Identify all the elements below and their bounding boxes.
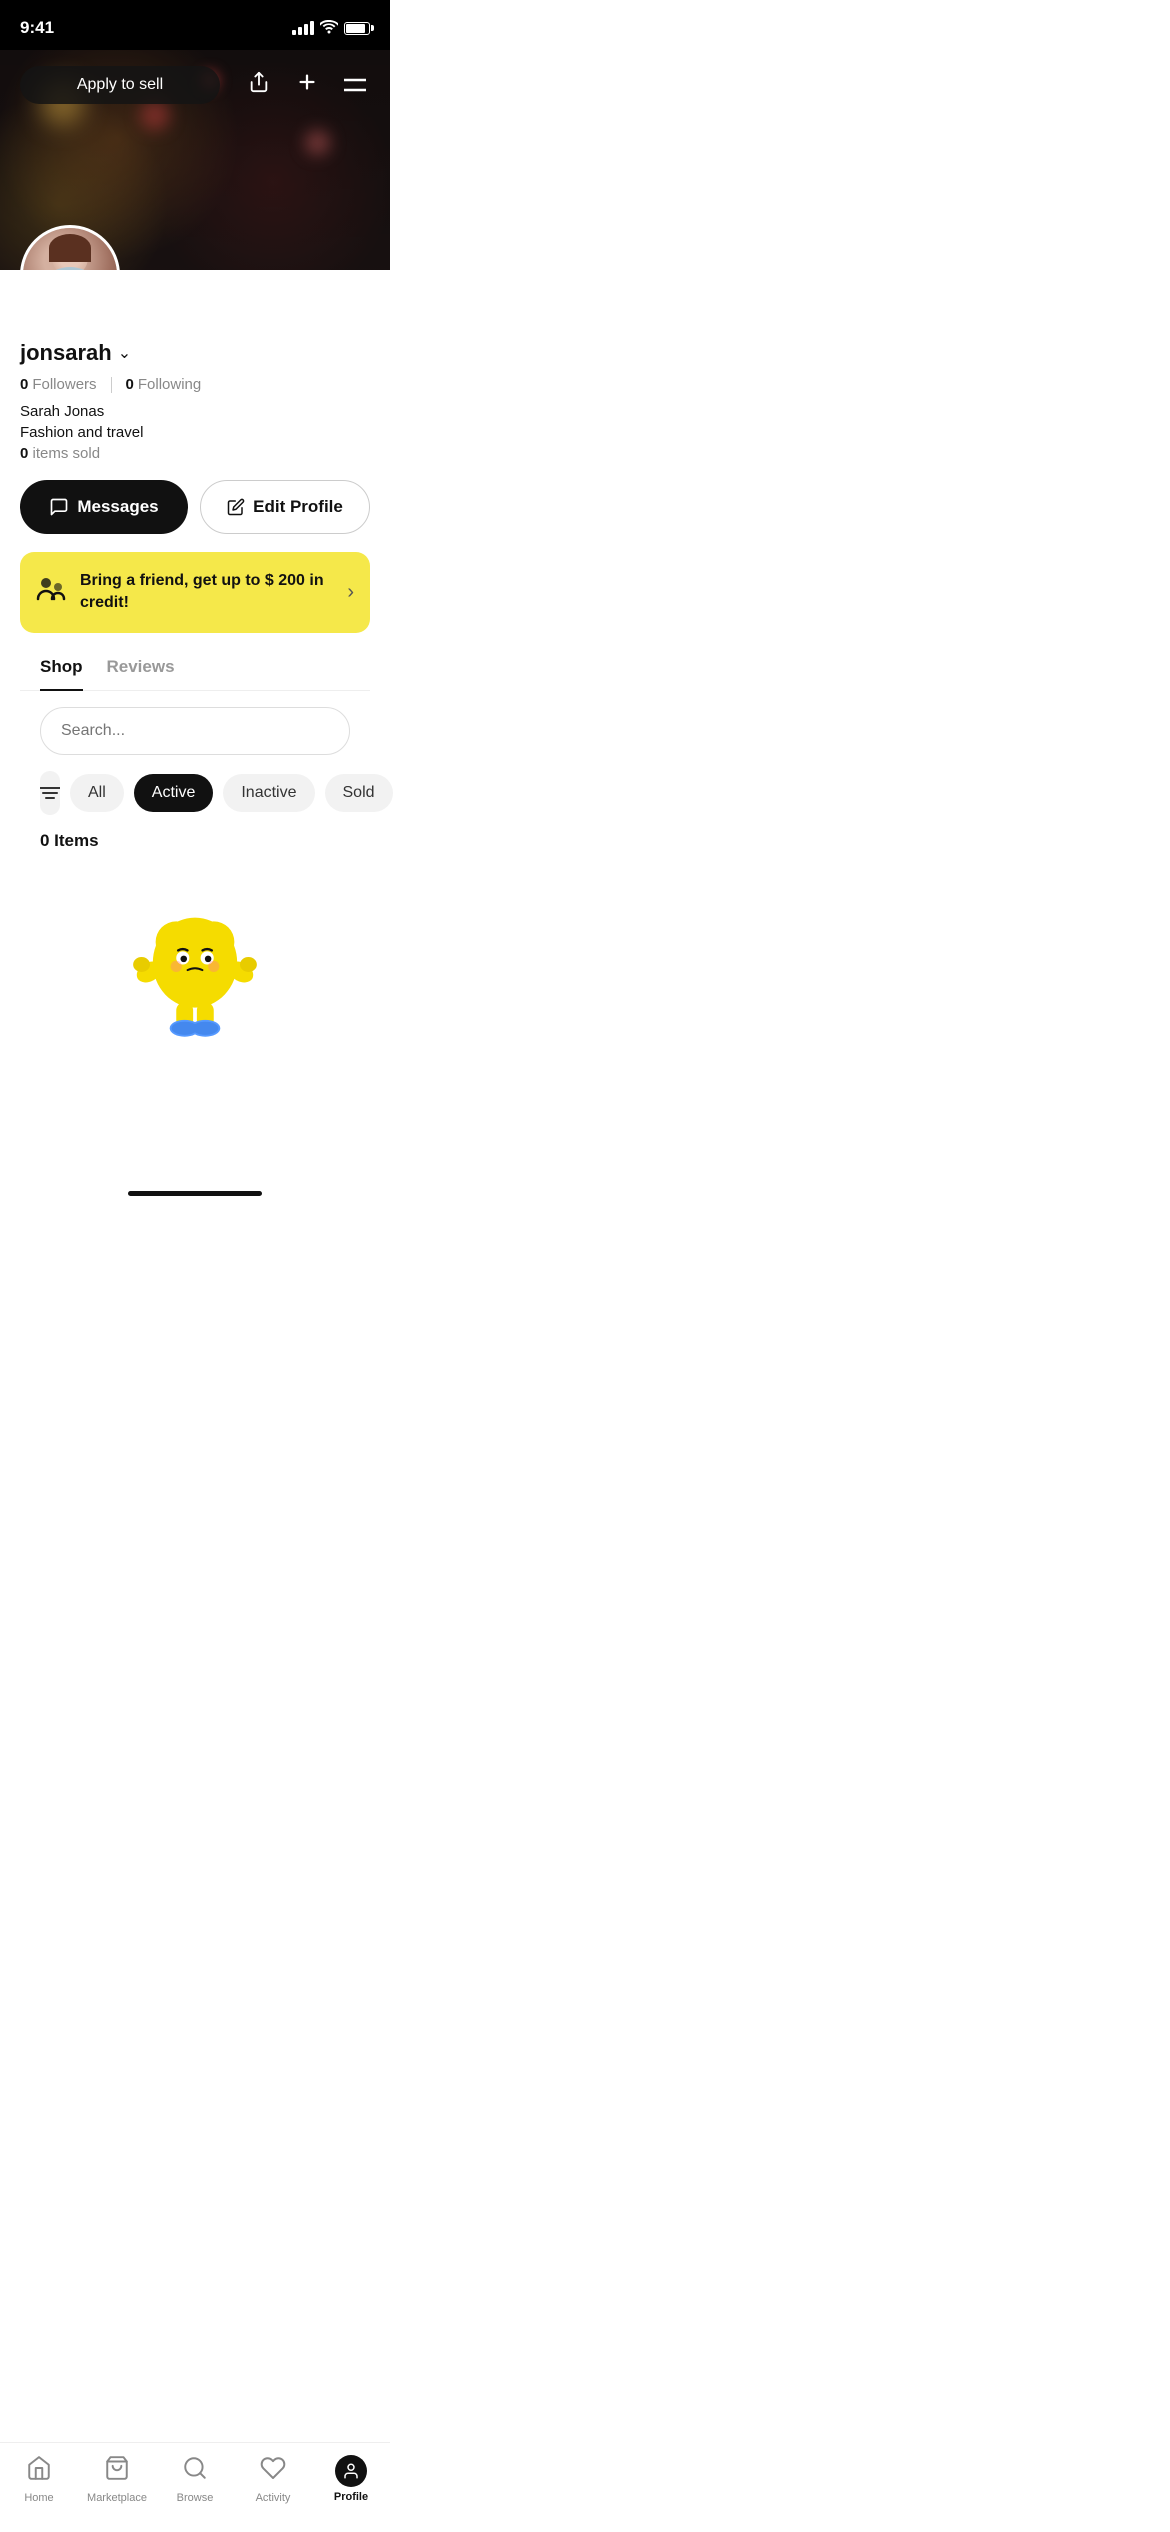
items-sold: 0 items sold: [20, 445, 370, 462]
signal-icon: [292, 21, 314, 35]
profile-tabs: Shop Reviews: [20, 657, 370, 691]
status-time: 9:41: [20, 18, 54, 38]
browse-label: Browse: [177, 2492, 214, 2504]
username-row: jonsarah ⌄: [20, 340, 370, 366]
browse-icon: [182, 2455, 208, 2488]
activity-label: Activity: [256, 2492, 291, 2504]
filter-sold[interactable]: Sold: [325, 774, 393, 812]
hero-actions: [244, 67, 370, 103]
search-section: [20, 691, 370, 755]
referral-text: Bring a friend, get up to $ 200 in credi…: [80, 570, 335, 615]
real-name: Sarah Jonas: [20, 403, 370, 420]
follow-row: 0 Followers 0 Following: [20, 376, 370, 393]
nav-item-profile[interactable]: Profile: [312, 2455, 390, 2503]
home-label: Home: [24, 2492, 53, 2504]
avatar: [20, 225, 120, 270]
profile-info: jonsarah ⌄ 0 Followers 0 Following Sarah…: [0, 270, 390, 1187]
nav-item-browse[interactable]: Browse: [156, 2455, 234, 2504]
following-stat[interactable]: 0 Following: [126, 376, 202, 393]
share-button[interactable]: [244, 67, 274, 103]
profile-label: Profile: [334, 2491, 368, 2503]
menu-button[interactable]: [340, 67, 370, 103]
referral-banner[interactable]: Bring a friend, get up to $ 200 in credi…: [20, 552, 370, 633]
filter-inactive[interactable]: Inactive: [223, 774, 314, 812]
filter-active[interactable]: Active: [134, 774, 214, 812]
edit-profile-label: Edit Profile: [253, 497, 343, 517]
activity-icon: [260, 2455, 286, 2488]
nav-item-home[interactable]: Home: [0, 2455, 78, 2504]
battery-icon: [344, 22, 370, 35]
items-count: 0 Items: [20, 831, 370, 867]
bottom-nav: Home Marketplace Browse Activity: [0, 2442, 390, 2532]
referral-chevron-icon: ›: [347, 581, 354, 604]
wifi-icon: [320, 20, 338, 37]
mascot-illustration: [120, 897, 270, 1047]
apply-to-sell-button[interactable]: Apply to sell: [20, 66, 220, 104]
filter-row: All Active Inactive Sold: [20, 755, 370, 831]
hero-header: Apply to sell: [0, 50, 390, 120]
home-indicator: [128, 1191, 262, 1196]
status-icons: [292, 20, 370, 37]
empty-state: [20, 867, 370, 1187]
nav-item-activity[interactable]: Activity: [234, 2455, 312, 2504]
search-input[interactable]: [40, 707, 350, 755]
tab-reviews[interactable]: Reviews: [107, 657, 175, 691]
chevron-down-icon[interactable]: ⌄: [118, 343, 131, 363]
messages-button[interactable]: Messages: [20, 480, 188, 534]
edit-profile-button[interactable]: Edit Profile: [200, 480, 370, 534]
status-bar: 9:41: [0, 0, 390, 50]
bio: Fashion and travel: [20, 424, 370, 441]
nav-item-marketplace[interactable]: Marketplace: [78, 2455, 156, 2504]
marketplace-label: Marketplace: [87, 2492, 147, 2504]
filter-all[interactable]: All: [70, 774, 124, 812]
add-button[interactable]: [292, 67, 322, 103]
messages-label: Messages: [77, 497, 158, 517]
tab-shop[interactable]: Shop: [40, 657, 83, 691]
action-buttons: Messages Edit Profile: [20, 480, 370, 534]
follow-divider: [111, 377, 112, 393]
filter-icon-button[interactable]: [40, 771, 60, 815]
followers-stat[interactable]: 0 Followers: [20, 376, 97, 393]
profile-icon: [335, 2455, 367, 2487]
avatar-image: [23, 228, 117, 270]
username: jonsarah: [20, 340, 112, 366]
marketplace-icon: [104, 2455, 130, 2488]
home-icon: [26, 2455, 52, 2488]
hero-section: Apply to sell: [0, 50, 390, 270]
referral-icon: [36, 573, 68, 612]
